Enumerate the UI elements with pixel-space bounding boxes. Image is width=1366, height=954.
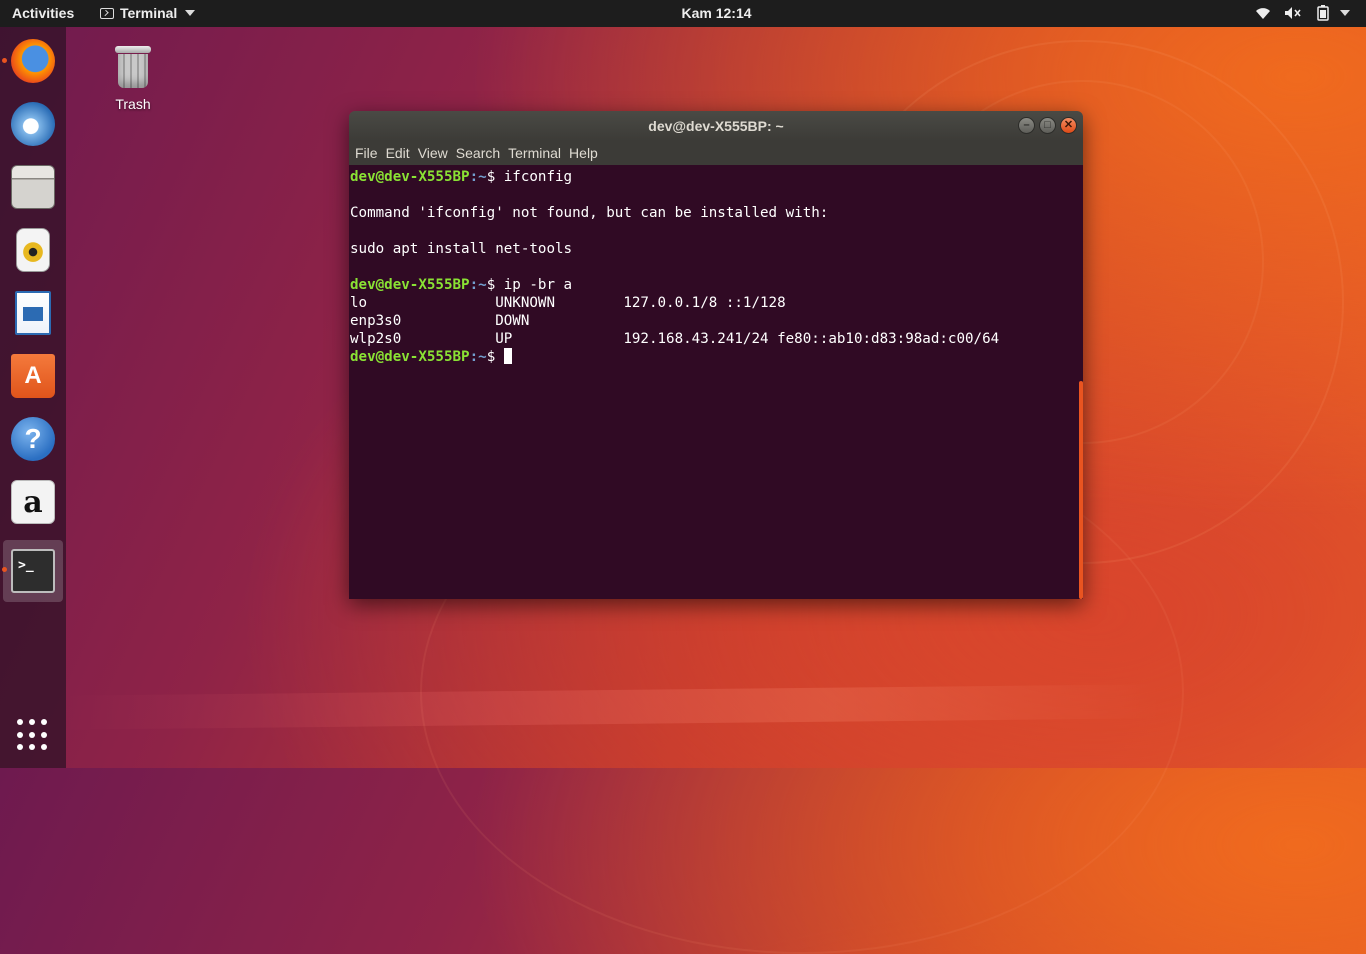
dock: A ? a >_: [0, 27, 66, 768]
output-line: sudo apt install net-tools: [350, 241, 573, 257]
minimize-button[interactable]: –: [1018, 117, 1035, 134]
output-line: lo UNKNOWN 127.0.0.1/8 ::1/128: [350, 295, 786, 311]
clock-area: Kam 12:14: [0, 5, 1366, 21]
dock-item-amazon[interactable]: a: [3, 472, 63, 532]
files-icon: [11, 165, 55, 209]
prompt-user: dev@dev-X555BP: [350, 277, 470, 293]
help-icon: ?: [11, 417, 55, 461]
running-indicator: [2, 58, 7, 63]
menu-file[interactable]: File: [355, 145, 384, 161]
terminal-text: dev@dev-X555BP:~$ ifconfig Command 'ifco…: [350, 168, 999, 366]
top-bar: Activities Terminal Kam 12:14: [0, 0, 1366, 27]
terminal-window[interactable]: dev@dev-X555BP: ~ – □ ✕ File Edit View Sear…: [349, 111, 1083, 599]
dock-item-help[interactable]: ?: [3, 409, 63, 469]
battery-icon[interactable]: [1314, 4, 1332, 22]
show-applications-icon[interactable]: [17, 719, 49, 751]
wifi-icon[interactable]: [1254, 4, 1272, 22]
dock-item-terminal[interactable]: >_: [2, 540, 63, 602]
dock-item-firefox[interactable]: [2, 31, 63, 91]
rhythmbox-icon: [16, 228, 50, 272]
document-icon: [15, 291, 51, 335]
firefox-icon: [11, 39, 55, 83]
menu-bar: File Edit View Search Terminal Help: [349, 141, 1083, 165]
window-titlebar[interactable]: dev@dev-X555BP: ~ – □ ✕: [349, 111, 1083, 141]
output-line: enp3s0 DOWN: [350, 313, 530, 329]
prompt-line: dev@dev-X555BP:~$ ifconfig: [350, 169, 572, 185]
prompt-path: :~: [469, 277, 487, 293]
menu-edit[interactable]: Edit: [386, 145, 416, 161]
desktop-trash[interactable]: Trash: [100, 44, 166, 112]
command-text: $ ip -br a: [486, 277, 573, 293]
menu-help[interactable]: Help: [569, 145, 604, 161]
text-cursor: [503, 348, 512, 364]
output-line: wlp2s0 UP 192.168.43.241/24 fe80::ab10:d…: [350, 331, 1000, 347]
shopping-bag-icon: A: [11, 354, 55, 398]
scrollbar-thumb[interactable]: [1079, 381, 1083, 599]
command-text: $ ifconfig: [486, 169, 573, 185]
system-tray[interactable]: [1254, 4, 1350, 22]
amazon-icon: a: [11, 480, 55, 524]
prompt-line: dev@dev-X555BP:~$: [350, 348, 512, 365]
terminal-output[interactable]: dev@dev-X555BP:~$ ifconfig Command 'ifco…: [349, 165, 1083, 599]
trash-label: Trash: [115, 96, 151, 112]
terminal-icon: [100, 7, 114, 19]
dock-item-ubuntu-software[interactable]: A: [3, 346, 63, 406]
volume-muted-icon[interactable]: [1284, 4, 1302, 22]
prompt-path: :~: [469, 349, 487, 365]
chevron-down-icon: [185, 10, 196, 16]
prompt-line: dev@dev-X555BP:~$ ip -br a: [350, 277, 572, 293]
dock-item-rhythmbox[interactable]: [3, 220, 63, 280]
dock-item-writer[interactable]: [3, 283, 63, 343]
dock-item-thunderbird[interactable]: [3, 94, 63, 154]
running-indicator: [2, 567, 7, 572]
window-title: dev@dev-X555BP: ~: [648, 118, 784, 134]
dock-item-files[interactable]: [3, 157, 63, 217]
prompt-user: dev@dev-X555BP: [350, 169, 470, 185]
clock-button[interactable]: Kam 12:14: [681, 5, 751, 21]
app-menu-button[interactable]: Terminal: [100, 5, 196, 21]
output-line: Command 'ifconfig' not found, but can be…: [350, 205, 829, 221]
activities-button[interactable]: Activities: [12, 5, 74, 21]
app-menu-label: Terminal: [120, 5, 178, 21]
command-text: $: [486, 349, 504, 365]
menu-search[interactable]: Search: [456, 145, 506, 161]
thunderbird-icon: [11, 102, 55, 146]
prompt-user: dev@dev-X555BP: [350, 349, 470, 365]
menu-terminal[interactable]: Terminal: [508, 145, 567, 161]
scrollbar[interactable]: [1077, 165, 1083, 599]
trash-icon: [115, 44, 151, 90]
chevron-down-icon[interactable]: [1340, 10, 1350, 16]
menu-view[interactable]: View: [418, 145, 454, 161]
prompt-path: :~: [469, 169, 487, 185]
terminal-icon: >_: [11, 549, 55, 593]
close-button[interactable]: ✕: [1060, 117, 1077, 134]
maximize-button[interactable]: □: [1039, 117, 1056, 134]
